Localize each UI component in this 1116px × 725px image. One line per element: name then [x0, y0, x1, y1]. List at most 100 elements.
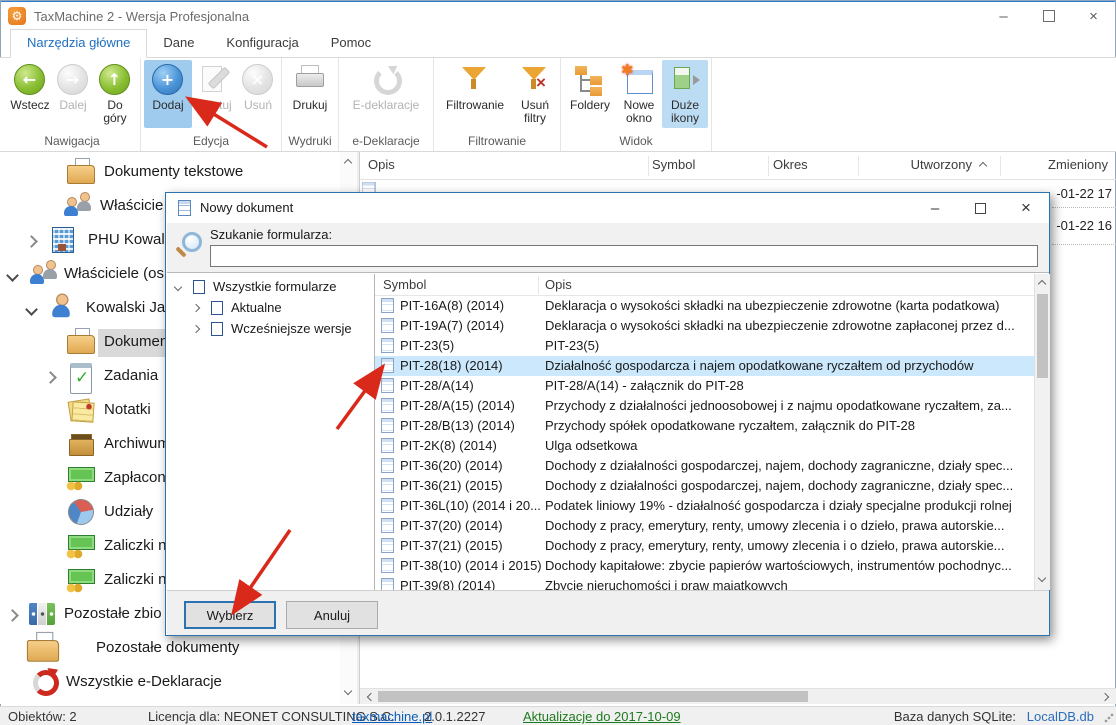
folder-doc-icon	[66, 158, 96, 186]
ribbon-button-e-deklaracje[interactable]: E-deklaracje	[342, 60, 430, 128]
scroll-right-icon[interactable]	[1101, 693, 1109, 701]
column-header-okres[interactable]: Okres	[773, 157, 808, 172]
ribbon-group-label: Nawigacja	[7, 134, 137, 151]
form-row[interactable]: PIT-23(5)PIT-23(5)	[375, 336, 1034, 356]
scroll-up-icon[interactable]	[1038, 280, 1046, 288]
form-row[interactable]: PIT-37(21) (2015)Dochody z pracy, emeryt…	[375, 536, 1034, 556]
sidebar-item-label: Dokumen	[104, 333, 168, 350]
form-row[interactable]: PIT-19A(7) (2014)Deklaracja o wysokości …	[375, 316, 1034, 336]
table-rows-visible-strip: -01-22 17 -01-22 16	[1052, 180, 1116, 260]
money-icon	[66, 566, 96, 594]
chevron-down-icon[interactable]	[25, 303, 38, 316]
table-row[interactable]	[362, 182, 384, 192]
ribbon-button-filtrowanie[interactable]: Filtrowanie	[437, 60, 513, 128]
column-header-symbol[interactable]: Symbol	[652, 157, 695, 172]
form-row[interactable]: PIT-39(8) (2014)Zbycie nieruchomości i p…	[375, 576, 1034, 590]
tree-item-wszystkie-formularze[interactable]: Wszystkie formularze	[167, 277, 374, 298]
chevron-right-icon[interactable]	[44, 371, 57, 384]
scroll-down-icon[interactable]	[344, 687, 352, 695]
scroll-up-icon[interactable]	[344, 159, 352, 167]
chevron-down-icon[interactable]	[174, 283, 182, 291]
tab-pomoc[interactable]: Pomoc	[315, 30, 387, 57]
column-header-utworzony[interactable]: Utworzony	[860, 157, 972, 172]
form-icon	[381, 418, 394, 433]
ribbon-button-usun[interactable]: × Usuń	[238, 60, 278, 128]
ribbon-button-dodaj[interactable]: + Dodaj	[144, 60, 192, 128]
sidebar-item-pozostale-dokumenty[interactable]: Pozostałe dokumenty	[0, 632, 340, 666]
sidebar-item-label: Zadania	[104, 367, 158, 384]
cancel-button[interactable]: Anuluj	[286, 601, 378, 629]
table-cell-zmieniony: -01-22 17	[1056, 186, 1112, 201]
dialog-minimize-button[interactable]: –	[918, 195, 952, 221]
form-row[interactable]: PIT-37(20) (2014)Dochody z pracy, emeryt…	[375, 516, 1034, 536]
ribbon-button-duze-ikony[interactable]: Duże ikony	[662, 60, 708, 128]
sidebar-item-dokumenty-tekstowe[interactable]: Dokumenty tekstowe	[0, 156, 340, 190]
form-icon	[381, 558, 394, 573]
tree-item-aktualne[interactable]: Aktualne	[167, 298, 374, 319]
form-row[interactable]: PIT-28/A(14)PIT-28/A(14) - załącznik do …	[375, 376, 1034, 396]
maximize-button[interactable]	[1026, 2, 1071, 30]
sort-ascending-icon	[979, 162, 987, 170]
add-icon: +	[151, 64, 185, 96]
ribbon-button-do-gory[interactable]: ↑ Do góry	[93, 60, 137, 128]
chevron-down-icon[interactable]	[6, 269, 19, 282]
status-update-link[interactable]: Aktualizacje do 2017-10-09	[523, 709, 681, 724]
scroll-left-icon[interactable]	[367, 693, 375, 701]
list-column-opis[interactable]: Opis	[545, 277, 572, 292]
form-row-selected[interactable]: PIT-28(18) (2014)Działalność gospodarcza…	[375, 356, 1034, 376]
scrollbar-thumb[interactable]	[1037, 294, 1048, 378]
dialog-close-button[interactable]: ×	[1009, 195, 1043, 221]
form-row[interactable]: PIT-36(20) (2014)Dochody z działalności …	[375, 456, 1034, 476]
form-row[interactable]: PIT-16A(8) (2014)Deklaracja o wysokości …	[375, 296, 1034, 316]
ribbon-button-nowe-okno[interactable]: Nowe okno	[616, 60, 662, 128]
ribbon-button-usun-filtry[interactable]: × Usuń filtry	[513, 60, 557, 128]
status-website-link[interactable]: taxmachine.pl	[352, 709, 432, 724]
form-icon	[381, 538, 394, 553]
dialog-maximize-button[interactable]	[963, 195, 997, 221]
scrollbar-thumb[interactable]	[378, 691, 808, 702]
ribbon-group-label: Widok	[564, 134, 708, 151]
dialog-search-area: Szukanie formularza:	[167, 223, 1049, 273]
chevron-right-icon[interactable]	[192, 325, 200, 333]
search-input[interactable]	[210, 245, 1038, 267]
ribbon-button-wstecz[interactable]: ← Wstecz	[7, 60, 53, 128]
ribbon-tab-bar: Narzędzia główne Dane Konfiguracja Pomoc	[0, 30, 1116, 58]
sidebar-item-label: Kowalski Jan	[86, 299, 174, 316]
sidebar-item-wszystkie-edeklaracje[interactable]: Wszystkie e-Deklaracje	[0, 666, 340, 700]
search-label: Szukanie formularza:	[210, 227, 332, 242]
form-list-scrollbar[interactable]	[1034, 274, 1050, 590]
dialog-titlebar[interactable]: Nowy dokument – ×	[166, 193, 1049, 223]
tab-konfiguracja[interactable]: Konfiguracja	[210, 30, 314, 57]
form-row[interactable]: PIT-28/B(13) (2014)Przychody spółek opod…	[375, 416, 1034, 436]
sidebar-item-label: Wszystkie e-Deklaracje	[66, 673, 222, 690]
sidebar-item-label: Pozostałe zbio	[64, 605, 162, 622]
scroll-down-icon[interactable]	[1038, 574, 1046, 582]
ribbon-button-edytuj[interactable]: Edytuj	[192, 60, 238, 128]
column-header-zmieniony[interactable]: Zmieniony	[1004, 157, 1108, 172]
ribbon-button-dalej[interactable]: → Dalej	[53, 60, 93, 128]
form-row[interactable]: PIT-36L(10) (2014 i 20...Podatek liniowy…	[375, 496, 1034, 516]
ribbon-button-drukuj[interactable]: Drukuj	[285, 60, 335, 128]
column-header-opis[interactable]: Opis	[368, 157, 395, 172]
list-column-symbol[interactable]: Symbol	[383, 277, 426, 292]
form-row[interactable]: PIT-28/A(15) (2014)Przychody z działalno…	[375, 396, 1034, 416]
form-row[interactable]: PIT-2K(8) (2014)Ulga odsetkowa	[375, 436, 1034, 456]
chevron-right-icon[interactable]	[25, 235, 38, 248]
select-button[interactable]: Wybierz	[184, 601, 276, 629]
form-row[interactable]: PIT-38(10) (2014 i 2015)Dochody kapitało…	[375, 556, 1034, 576]
tab-dane[interactable]: Dane	[147, 30, 210, 57]
form-row[interactable]: PIT-36(21) (2015)Dochody z działalności …	[375, 476, 1034, 496]
people-icon	[62, 192, 92, 220]
chevron-right-icon[interactable]	[192, 304, 200, 312]
tree-item-label: Aktualne	[231, 300, 282, 315]
minimize-button[interactable]: –	[981, 2, 1026, 30]
resize-grip-icon[interactable]	[1104, 713, 1114, 723]
chevron-right-icon[interactable]	[6, 609, 19, 622]
ribbon-button-foldery[interactable]: Foldery	[564, 60, 616, 128]
table-horizontal-scrollbar[interactable]	[360, 688, 1116, 704]
form-tree-panel: Wszystkie formularze Aktualne Wcześniejs…	[167, 274, 374, 590]
pie-chart-icon	[66, 498, 96, 526]
tree-item-wczesniejsze-wersje[interactable]: Wcześniejsze wersje	[167, 319, 374, 340]
tab-narzedzia-glowne[interactable]: Narzędzia główne	[10, 29, 147, 58]
close-button[interactable]: ×	[1071, 2, 1116, 30]
